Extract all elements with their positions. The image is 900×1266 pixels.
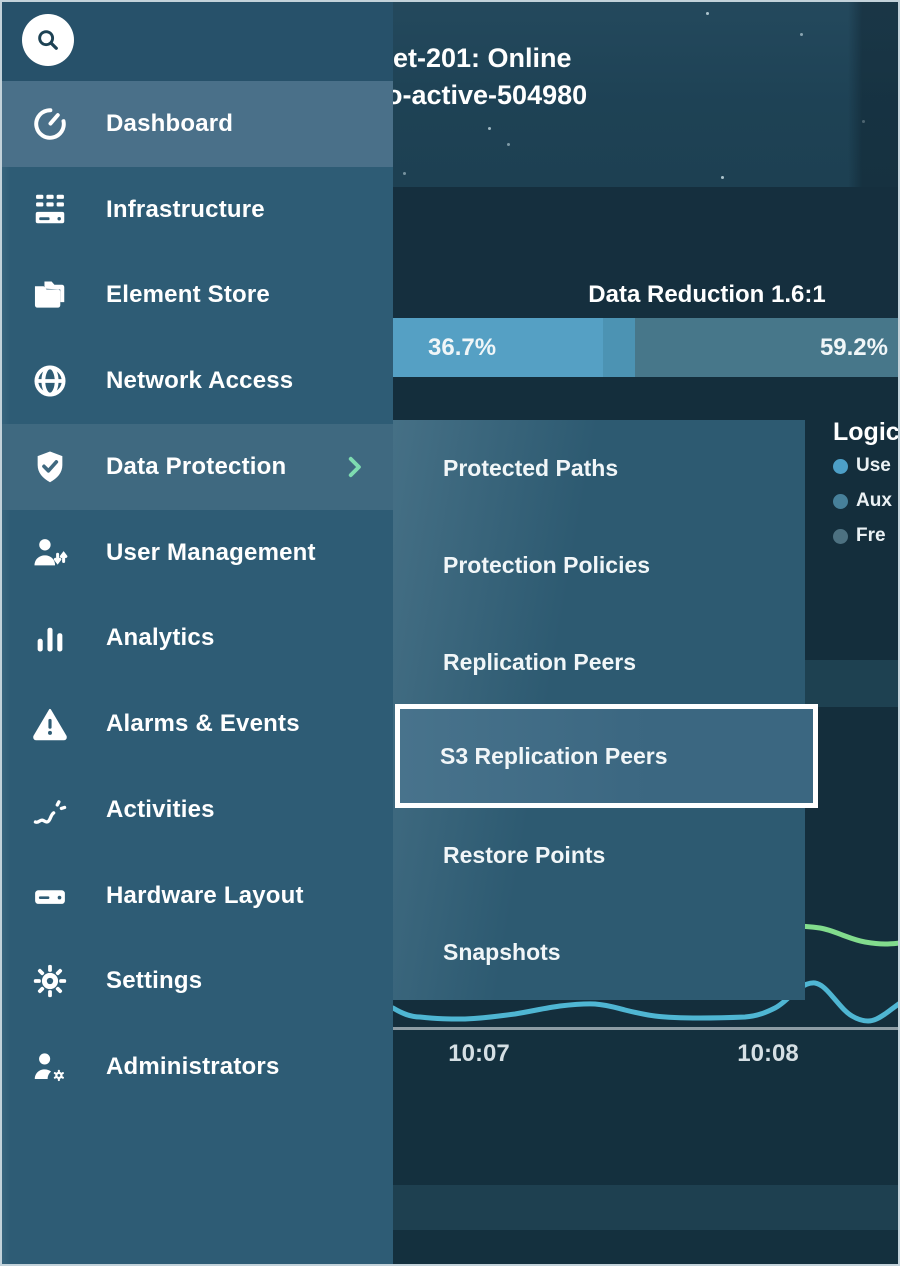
search-button[interactable] (22, 14, 74, 66)
sidebar-item-infrastructure[interactable]: Infrastructure (0, 167, 393, 253)
data-reduction-title: Data Reduction 1.6:1 (587, 281, 827, 309)
legend-dot-aux (833, 494, 848, 509)
legend-title: Logic (833, 418, 900, 447)
time-axis-line (393, 1027, 900, 1030)
user-arrows-icon (24, 534, 76, 572)
gear-icon (24, 962, 76, 1000)
server-stack-icon (24, 191, 76, 229)
legend-label: Fre (856, 525, 886, 547)
sidebar-item-label: User Management (106, 539, 316, 567)
sidebar-item-element-store[interactable]: Element Store (0, 253, 393, 339)
hardware-drive-icon (24, 877, 76, 915)
sidebar-item-label: Infrastructure (106, 196, 265, 224)
submenu-item-protection-policies[interactable]: Protection Policies (393, 517, 805, 613)
host-status: et-201: Online o-active-504980 (393, 40, 638, 152)
sidebar-item-label: Alarms & Events (106, 710, 300, 738)
data-protection-submenu: Protected Paths Protection Policies Repl… (393, 420, 805, 1000)
legend-dot-used (833, 459, 848, 474)
sidebar: Dashboard Infrastructure (0, 0, 393, 1266)
sidebar-nav: Dashboard Infrastructure (0, 81, 393, 1110)
time-axis: 10:07 10:08 (393, 1040, 900, 1076)
legend-item: Fre (833, 525, 900, 547)
search-icon (33, 25, 63, 55)
sidebar-item-label: Activities (106, 796, 215, 824)
capacity-bar-segment-aux (603, 318, 635, 377)
host-status-line: et-201: Online (393, 40, 638, 77)
capacity-bar: 36.7% 59.2% (393, 318, 900, 377)
sidebar-item-label: Network Access (106, 367, 293, 395)
sidebar-item-label: Hardware Layout (106, 882, 304, 910)
sidebar-item-user-management[interactable]: User Management (0, 510, 393, 596)
submenu-item-replication-peers[interactable]: Replication Peers (393, 614, 805, 710)
header-shade (848, 0, 900, 187)
legend-label: Aux (856, 490, 892, 512)
star-speck (721, 176, 724, 179)
sidebar-item-label: Data Protection (106, 453, 286, 481)
star-speck (403, 172, 406, 175)
sidebar-item-label: Dashboard (106, 110, 233, 138)
sidebar-item-label: Settings (106, 967, 202, 995)
sidebar-item-administrators[interactable]: Administrators (0, 1024, 393, 1110)
folders-icon (24, 276, 76, 314)
sidebar-search-area (0, 0, 393, 81)
legend-dot-free (833, 529, 848, 544)
activity-line-icon (24, 791, 76, 829)
submenu-item-protected-paths[interactable]: Protected Paths (393, 420, 805, 516)
app-screen: Data Reduction 1.6:1 36.7% 59.2% Logic U… (0, 0, 900, 1266)
capacity-bar-segment-free-value: 59.2% (820, 334, 888, 362)
bottom-panel-band (393, 1185, 900, 1230)
star-speck (800, 33, 803, 36)
time-tick: 10:08 (723, 1040, 813, 1068)
chevron-right-icon (341, 454, 367, 480)
submenu-item-snapshots[interactable]: Snapshots (393, 904, 805, 1000)
chart-legend: Logic Use Aux Fre (833, 418, 900, 560)
sidebar-item-settings[interactable]: Settings (0, 939, 393, 1025)
globe-icon (24, 362, 76, 400)
bar-chart-icon (24, 619, 76, 657)
sidebar-item-label: Element Store (106, 281, 270, 309)
time-tick: 10:07 (434, 1040, 524, 1068)
green-series-line (790, 926, 900, 944)
sidebar-item-hardware-layout[interactable]: Hardware Layout (0, 853, 393, 939)
sidebar-item-network-access[interactable]: Network Access (0, 338, 393, 424)
sidebar-item-activities[interactable]: Activities (0, 767, 393, 853)
sidebar-item-label: Administrators (106, 1053, 280, 1081)
sidebar-item-analytics[interactable]: Analytics (0, 596, 393, 682)
sidebar-item-alarms-events[interactable]: Alarms & Events (0, 681, 393, 767)
capacity-bar-segment-used-value: 36.7% (428, 334, 496, 362)
data-reduction-panel: Data Reduction 1.6:1 (393, 187, 900, 318)
legend-label: Use (856, 455, 891, 477)
warning-triangle-icon (24, 705, 76, 743)
sidebar-item-dashboard[interactable]: Dashboard (0, 81, 393, 167)
user-gear-icon (24, 1048, 76, 1086)
host-name-line: o-active-504980 (393, 77, 638, 114)
gauge-icon (24, 105, 76, 143)
legend-item: Aux (833, 490, 900, 512)
legend-item: Use (833, 455, 900, 477)
capacity-bar-segment-used: 36.7% (393, 318, 603, 377)
sidebar-item-label: Analytics (106, 624, 215, 652)
submenu-item-restore-points[interactable]: Restore Points (393, 807, 805, 903)
sidebar-item-data-protection[interactable]: Data Protection (0, 424, 393, 510)
submenu-item-s3-replication-peers[interactable]: S3 Replication Peers (395, 704, 818, 808)
shield-check-icon (24, 448, 76, 486)
capacity-bar-segment-free: 59.2% (635, 318, 900, 377)
star-speck (706, 12, 709, 15)
